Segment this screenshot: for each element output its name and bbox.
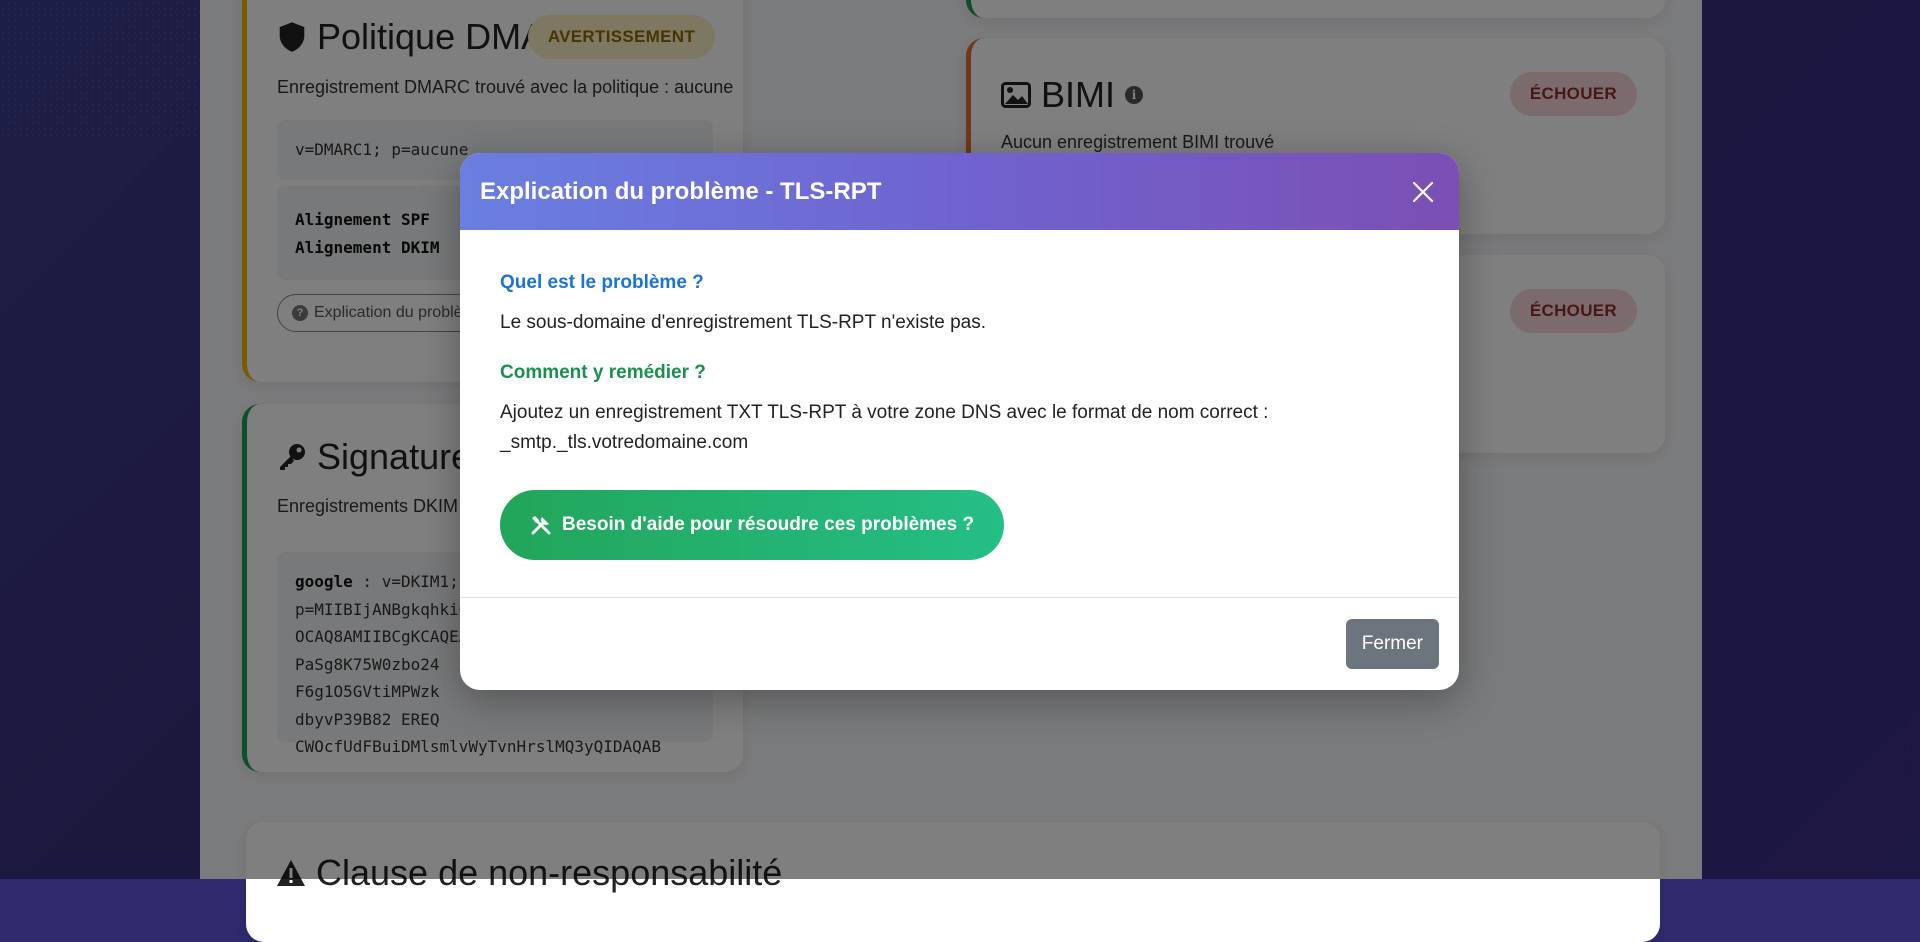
fix-text-line-1: Ajoutez un enregistrement TXT TLS-RPT à …: [500, 402, 1269, 423]
modal-body: Quel est le problème ? Le sous-domaine d…: [460, 230, 1459, 598]
problem-modal: Explication du problème - TLS-RPT Quel e…: [460, 153, 1459, 690]
fix-heading: Comment y remédier ?: [500, 362, 706, 383]
close-button[interactable]: Fermer: [1345, 619, 1439, 669]
problem-text: Le sous-domaine d'enregistrement TLS-RPT…: [500, 312, 987, 333]
modal-title: Explication du problème - TLS-RPT: [480, 177, 882, 205]
fix-text-line-2: _smtp._tls.votredomaine.com: [500, 432, 749, 453]
help-button-label: Besoin d'aide pour résoudre ces problème…: [562, 514, 975, 535]
close-icon[interactable]: [1407, 176, 1439, 208]
fix-text: Ajoutez un enregistrement TXT TLS-RPT à …: [500, 398, 1419, 458]
modal-header: Explication du problème - TLS-RPT: [460, 153, 1459, 230]
problem-heading: Quel est le problème ?: [500, 272, 704, 293]
help-button[interactable]: Besoin d'aide pour résoudre ces problème…: [500, 490, 1005, 560]
tools-icon: [531, 516, 551, 535]
modal-footer: Fermer: [460, 597, 1459, 690]
